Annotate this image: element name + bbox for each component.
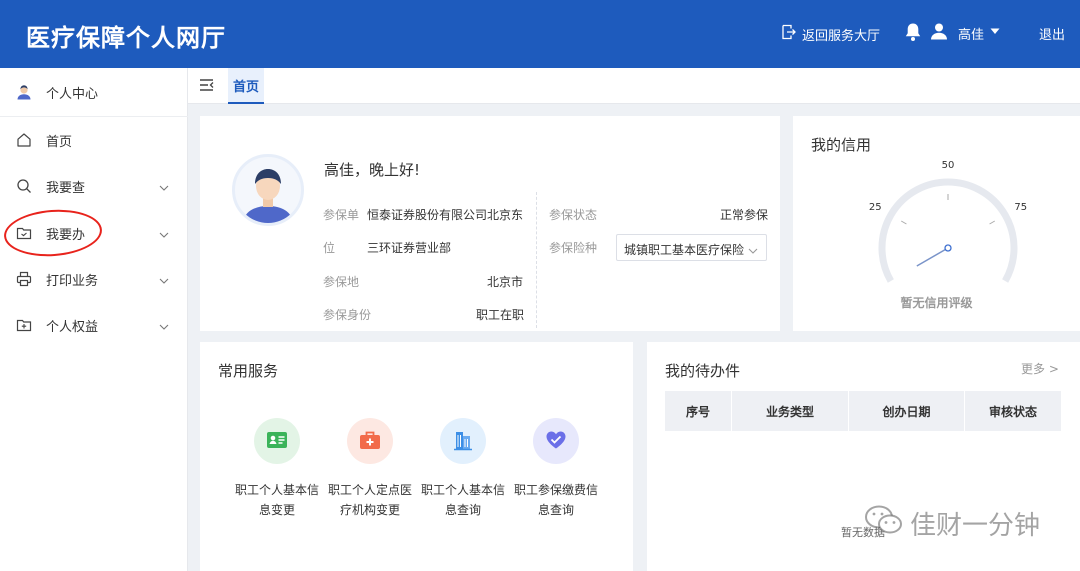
service-label: 职工个人基本信 息变更	[234, 483, 319, 517]
folder-plus-icon	[16, 317, 32, 333]
sidebar-item-label: 个人中心	[46, 86, 99, 102]
return-service-hall-label: 返回服务大厅	[802, 28, 881, 44]
tab-home[interactable]: 首页	[228, 68, 264, 104]
user-icon	[16, 84, 32, 100]
menu-toggle-icon[interactable]	[200, 79, 214, 94]
service-designated-institution-change[interactable]: 职工个人定点医 疗机构变更	[323, 418, 417, 520]
service-label: 职工个人定点医 疗机构变更	[327, 483, 412, 517]
printer-icon	[16, 271, 32, 287]
insured-status-label: 参保状态	[549, 208, 598, 222]
gauge-pointer	[916, 247, 949, 267]
caret-down-icon[interactable]	[990, 28, 1000, 35]
gauge-tick	[989, 220, 996, 225]
sidebar-item-personal-center[interactable]: 个人中心	[0, 74, 188, 110]
service-label: 职工个人基本信 息查询	[420, 483, 505, 517]
watermark-text: 佳财一分钟	[910, 511, 1041, 541]
profile-divider	[536, 192, 537, 328]
profile-card: 高佳，晚上好! 参保单 恒泰证券股份有限公司北京东 位 三环证券营业部 参保地 …	[200, 116, 780, 331]
sidebar-divider	[0, 116, 188, 117]
credit-title: 我的信用	[811, 136, 872, 154]
services-title: 常用服务	[218, 362, 279, 380]
chevron-down-icon	[159, 273, 169, 288]
credit-card: 我的信用 0255075100 暂无信用评级	[793, 116, 1080, 331]
logout-button[interactable]: 退出	[1039, 24, 1065, 43]
app-title: 医疗保障个人网厅	[26, 24, 226, 52]
column-header: 创办日期	[849, 391, 965, 431]
chevron-down-icon	[159, 180, 169, 195]
sidebar-item-print[interactable]: 打印业务	[0, 261, 188, 297]
insured-unit-value-cont: 三环证券营业部	[367, 241, 452, 255]
wechat-icon	[864, 504, 904, 543]
avatar	[232, 154, 304, 226]
chevron-down-icon	[159, 319, 169, 334]
todo-title: 我的待办件	[665, 362, 741, 380]
id-card-icon	[266, 430, 288, 453]
tab-bar: 首页	[188, 68, 1080, 104]
sidebar-item-rights[interactable]: 个人权益	[0, 307, 188, 343]
insurance-type-select[interactable]: 城镇职工基本医疗保险	[616, 234, 767, 261]
heart-icon	[545, 430, 567, 453]
chevron-down-icon	[159, 227, 169, 242]
insured-place-label: 参保地	[323, 275, 360, 289]
user-name-menu[interactable]: 高佳	[958, 24, 984, 43]
home-icon	[16, 132, 32, 148]
watermark: 佳财一分钟	[864, 504, 1040, 543]
sidebar-item-label: 个人权益	[46, 319, 99, 335]
sidebar: 个人中心 首页 我要查 我要办 打印业务 个人权益	[0, 68, 188, 571]
medical-kit-icon	[359, 430, 381, 453]
column-header: 序号	[665, 391, 732, 431]
insured-identity-value: 职工在职	[476, 308, 525, 322]
sidebar-item-query[interactable]: 我要查	[0, 168, 188, 204]
insured-unit-label: 参保单	[323, 208, 360, 222]
column-header: 业务类型	[732, 391, 849, 431]
exit-door-icon	[780, 24, 796, 44]
insurance-type-value: 城镇职工基本医疗保险	[624, 243, 745, 257]
sidebar-item-label: 我要查	[46, 180, 86, 196]
column-header: 审核状态	[988, 404, 1037, 419]
insured-unit-label-cont: 位	[323, 241, 336, 255]
service-basic-info-change[interactable]: 职工个人基本信 息变更	[230, 418, 324, 520]
credit-gauge: 0255075100	[869, 160, 1027, 283]
sidebar-item-label: 打印业务	[46, 273, 99, 289]
search-icon	[16, 178, 32, 194]
gauge-tick-label: 75	[1014, 202, 1027, 213]
insurance-type-label: 参保险种	[549, 241, 598, 255]
service-label: 职工参保缴费信 息查询	[513, 483, 598, 517]
todo-table-header: 序号 业务类型 创办日期 审核状态	[665, 391, 1061, 431]
sidebar-item-label: 首页	[46, 134, 73, 150]
credit-status-text: 暂无信用评级	[900, 296, 973, 310]
return-service-hall-link[interactable]: 返回服务大厅	[780, 24, 880, 44]
user-avatar-icon[interactable]	[930, 22, 948, 40]
gauge-hub	[944, 244, 952, 252]
service-icon-bg	[440, 418, 486, 464]
service-basic-info-query[interactable]: 职工个人基本信 息查询	[416, 418, 510, 520]
building-icon	[452, 429, 474, 454]
service-icon-bg	[254, 418, 300, 464]
greeting-text: 高佳，晚上好!	[324, 161, 421, 179]
notification-bell-icon[interactable]	[904, 22, 922, 42]
chevron-down-icon	[748, 243, 758, 257]
gauge-tick-label: 25	[869, 202, 882, 213]
service-payment-info-query[interactable]: 职工参保缴费信 息查询	[509, 418, 603, 520]
service-icon-bg	[347, 418, 393, 464]
insured-unit-value: 恒泰证券股份有限公司北京东	[367, 208, 524, 222]
insured-identity-label: 参保身份	[323, 308, 372, 322]
sidebar-item-home[interactable]: 首页	[0, 122, 188, 158]
services-card: 常用服务 职工个人基本信 息变更 职工个人定点医 疗机构变更 职工个人基本信 息查询	[200, 342, 633, 571]
gauge-tick	[900, 220, 907, 225]
top-header: 医疗保障个人网厅 返回服务大厅 高佳 退出	[0, 0, 1080, 68]
more-link[interactable]: 更多 >	[1021, 360, 1059, 377]
insured-place-value: 北京市	[487, 275, 524, 289]
insured-status-value: 正常参保	[720, 208, 769, 222]
service-icon-bg	[533, 418, 579, 464]
gauge-tick-label: 50	[942, 160, 955, 171]
